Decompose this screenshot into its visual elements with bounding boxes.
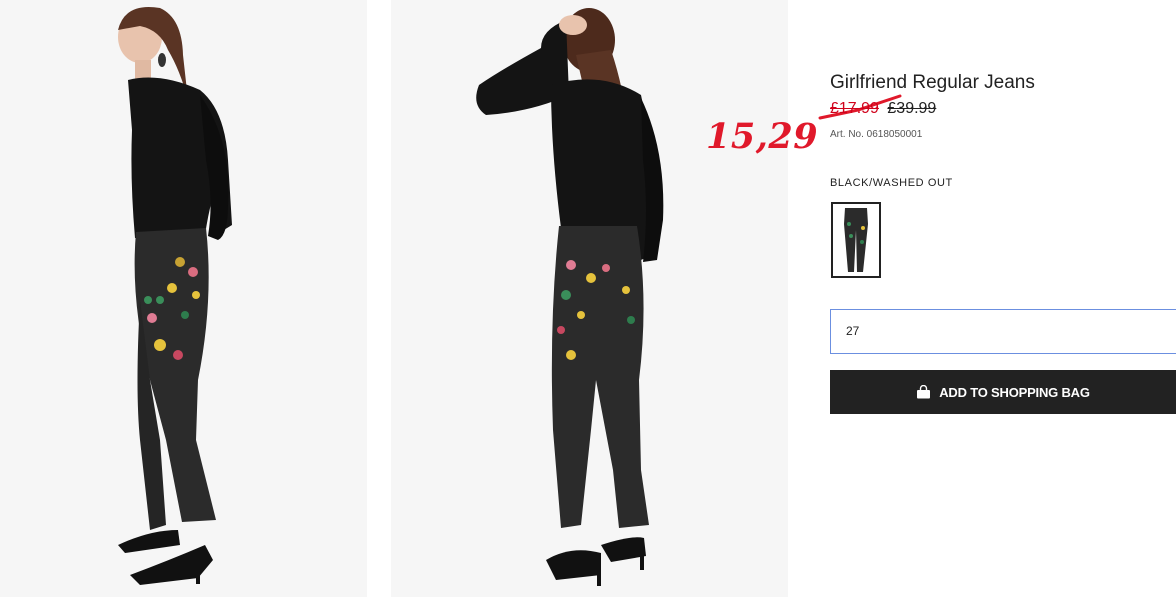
product-title: Girlfriend Regular Jeans [830,72,1035,93]
product-photo-side[interactable] [0,0,367,597]
product-info-panel: Girlfriend Regular Jeans £17.99 £39.99 A… [830,0,1176,597]
jeans-thumbnail [833,204,879,276]
model-back-illustration [391,0,788,597]
product-photo-back[interactable] [391,0,788,597]
original-price: £39.99 [887,100,937,117]
sale-price: £17.99 [830,100,879,117]
add-to-shopping-bag-button[interactable]: ADD TO SHOPPING BAG [830,370,1176,414]
add-to-bag-label: ADD TO SHOPPING BAG [939,384,1090,400]
color-swatch-black-washed-out[interactable] [831,202,881,278]
model-side-illustration [0,0,367,597]
color-name: BLACK/WASHED OUT [830,177,953,189]
shopping-bag-icon [917,385,931,399]
handwritten-price-annotation: 15,29 [706,116,819,157]
price-row: £17.99 £39.99 [830,100,936,118]
size-select-field[interactable]: 27 [830,309,1176,354]
article-number: Art. No. 0618050001 [830,129,923,140]
